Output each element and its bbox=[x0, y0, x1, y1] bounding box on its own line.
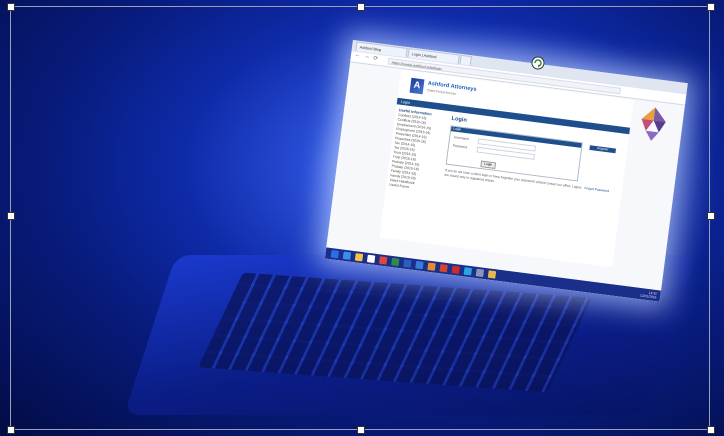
resize-handle-bottom-left[interactable] bbox=[7, 426, 15, 434]
back-icon[interactable]: ← bbox=[354, 53, 360, 59]
acrobat-icon[interactable] bbox=[451, 265, 460, 274]
sidebar: Useful Information Conflicts (2014-15) C… bbox=[389, 107, 446, 193]
resize-handle-bottom[interactable] bbox=[357, 426, 365, 434]
excel-icon[interactable] bbox=[391, 257, 400, 267]
resize-handle-top-right[interactable] bbox=[707, 3, 715, 11]
powerpoint-icon[interactable] bbox=[439, 264, 448, 273]
photo-background: Ashford Blog Login | Ashford ← → ⟳ https… bbox=[0, 0, 724, 436]
register-button[interactable]: Register bbox=[589, 145, 617, 154]
username-label: Username bbox=[453, 135, 470, 141]
store-icon[interactable] bbox=[366, 254, 376, 264]
search-icon[interactable] bbox=[342, 251, 352, 260]
forward-icon[interactable]: → bbox=[364, 54, 370, 60]
new-tab-button[interactable] bbox=[459, 54, 472, 66]
chrome-icon[interactable] bbox=[378, 256, 388, 265]
triangle-shape bbox=[653, 120, 666, 133]
resize-handle-top-left[interactable] bbox=[7, 3, 15, 11]
password-label: Password bbox=[452, 143, 468, 150]
triangle-shape bbox=[641, 107, 656, 121]
resize-handle-top[interactable] bbox=[357, 3, 365, 11]
skype-icon[interactable] bbox=[463, 267, 473, 276]
web-page: A Ashford Attorneys Client Portal Access… bbox=[379, 69, 634, 268]
rotate-handle-icon[interactable] bbox=[531, 56, 545, 70]
triangle-shape bbox=[641, 118, 654, 131]
decorative-triangles-logo bbox=[641, 107, 666, 141]
laptop-screen: Ashford Blog Login | Ashford ← → ⟳ https… bbox=[324, 40, 688, 302]
triangle-shape bbox=[645, 130, 659, 141]
word-icon[interactable] bbox=[403, 259, 412, 268]
triangle-shape bbox=[653, 107, 666, 122]
resize-handle-right[interactable] bbox=[707, 212, 715, 220]
settings-icon[interactable] bbox=[475, 268, 485, 278]
login-button[interactable]: Login bbox=[480, 160, 497, 169]
forgot-password-link[interactable]: Forgot Password bbox=[584, 186, 609, 193]
resize-handle-bottom-right[interactable] bbox=[707, 426, 715, 434]
site-logo[interactable]: A bbox=[409, 77, 425, 95]
resize-handle-left[interactable] bbox=[7, 212, 15, 220]
start-icon[interactable] bbox=[330, 249, 340, 259]
reload-icon[interactable]: ⟳ bbox=[373, 55, 379, 62]
media-icon[interactable] bbox=[427, 262, 436, 271]
folder-icon[interactable] bbox=[487, 270, 497, 279]
taskbar-date: 12/01/2016 bbox=[639, 293, 657, 300]
taskbar-clock[interactable]: 14:32 12/01/2016 bbox=[639, 290, 657, 300]
file-explorer-icon[interactable] bbox=[354, 253, 364, 262]
outlook-icon[interactable] bbox=[415, 260, 424, 270]
